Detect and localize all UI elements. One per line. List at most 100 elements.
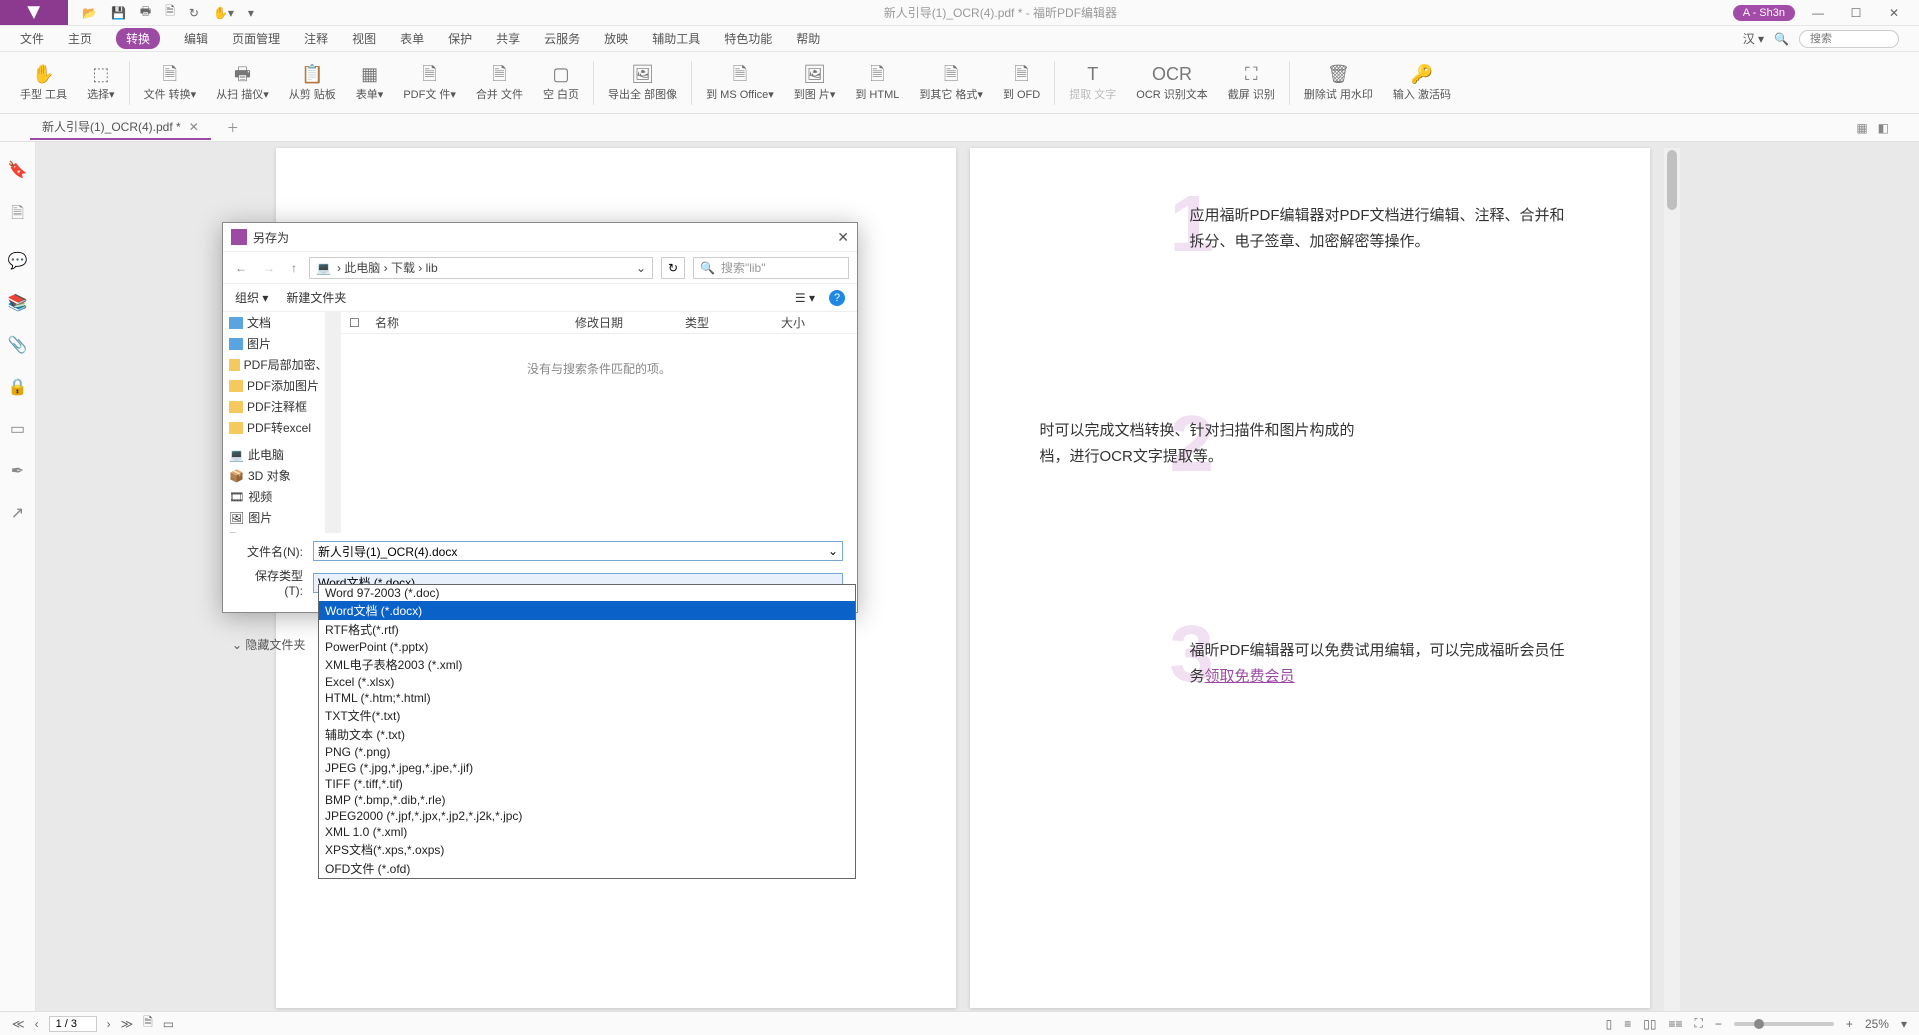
ribbon-to-ofd[interactable]: 🗎到 OFD (993, 55, 1050, 111)
dlg-back-icon[interactable]: ← (231, 261, 251, 275)
qat-hand-icon[interactable]: ✋▾ (213, 6, 234, 20)
dlg-breadcrumb[interactable]: 💻› 此电脑 › 下载 › lib ⌄ (309, 257, 653, 279)
menu-help[interactable]: 帮助 (796, 30, 820, 47)
menu-convert[interactable]: 转换 (116, 28, 160, 49)
menu-play[interactable]: 放映 (604, 30, 628, 47)
nav-first-icon[interactable]: ≪ (12, 1017, 25, 1031)
ribbon-to-office[interactable]: 🗎到 MS Office▾ (696, 55, 784, 111)
type-option[interactable]: Word文档 (*.docx) (319, 601, 855, 620)
document-tab[interactable]: 新人引导(1)_OCR(4).pdf * ✕ (30, 116, 211, 140)
type-option[interactable]: PowerPoint (*.pptx) (319, 639, 855, 655)
dlg-search-input[interactable]: 🔍 搜索"lib" (693, 257, 849, 279)
ribbon-from-clipboard[interactable]: 📋从剪 贴板 (279, 55, 346, 111)
dlg-folder-tree[interactable]: 文档 图片 PDF局部加密、F PDF添加图片 PDF注释框 PDF转excel… (223, 312, 341, 533)
zoom-out-icon[interactable]: − (1715, 1017, 1722, 1031)
type-option[interactable]: HTML (*.htm;*.html) (319, 690, 855, 706)
dlg-file-list[interactable]: ☐ 名称 修改日期 类型 大小 没有与搜索条件匹配的项。 (341, 312, 857, 533)
ribbon-pdf-file[interactable]: 🗎PDF文 件▾ (393, 55, 466, 111)
sidebar-sign-icon[interactable]: ✒ (11, 461, 24, 481)
menu-form[interactable]: 表单 (400, 30, 424, 47)
menu-lang-icon[interactable]: 汉 ▾ (1743, 30, 1764, 47)
ribbon-export-images[interactable]: 🖼导出全 部图像 (598, 55, 687, 111)
scroll-thumb[interactable] (1667, 150, 1677, 210)
menu-search-input[interactable] (1799, 30, 1899, 48)
sidebar-attach-icon[interactable]: 📎 (8, 335, 28, 355)
menu-protect[interactable]: 保护 (448, 30, 472, 47)
user-badge[interactable]: A - Sh3n (1733, 5, 1795, 21)
view-contfacing-icon[interactable]: ≡≡ (1668, 1017, 1682, 1031)
free-member-link[interactable]: 领取免费会员 (1205, 668, 1295, 685)
sidebar-field-icon[interactable]: ▭ (10, 419, 25, 439)
nav-prev-icon[interactable]: ‹ (35, 1017, 39, 1031)
dlg-new-folder[interactable]: 新建文件夹 (286, 289, 346, 306)
qat-save-icon[interactable]: 💾 (111, 6, 126, 20)
nav-last-icon[interactable]: ≫ (121, 1017, 134, 1031)
nav-page-icon[interactable]: ▭ (163, 1017, 174, 1031)
ribbon-to-other[interactable]: 🗎到其它 格式▾ (909, 55, 993, 111)
qat-print-icon[interactable]: 🖶 (140, 2, 151, 23)
sidebar-export-icon[interactable]: ↗ (11, 503, 24, 523)
zoom-slider[interactable] (1734, 1022, 1834, 1026)
menu-annotate[interactable]: 注释 (304, 30, 328, 47)
ribbon-merge[interactable]: 🗎合并 文件 (466, 55, 533, 111)
sidebar-layers-icon[interactable]: 📚 (8, 293, 28, 313)
type-option[interactable]: TIFF (*.tiff,*.tif) (319, 776, 855, 792)
dlg-refresh-icon[interactable]: ↻ (661, 257, 685, 279)
menu-share[interactable]: 共享 (496, 30, 520, 47)
menu-file[interactable]: 文件 (20, 30, 44, 47)
maximize-button[interactable]: ☐ (1841, 6, 1871, 20)
dlg-organize[interactable]: 组织 ▾ (235, 289, 268, 306)
dialog-close-icon[interactable]: ✕ (837, 229, 849, 246)
ribbon-to-html[interactable]: 🗎到 HTML (845, 55, 909, 111)
type-option[interactable]: JPEG (*.jpg,*.jpeg,*.jpe,*.jif) (319, 760, 855, 776)
filetype-dropdown[interactable]: Word 97-2003 (*.doc) Word文档 (*.docx) RTF… (318, 584, 856, 879)
type-option[interactable]: OFD文件 (*.ofd) (319, 859, 855, 878)
ribbon-form[interactable]: ▦表单▾ (346, 55, 394, 111)
qat-redo-icon[interactable]: ↻ (189, 6, 199, 20)
menu-cloud[interactable]: 云服务 (544, 30, 580, 47)
type-option[interactable]: JPEG2000 (*.jpf,*.jpx,*.jp2,*.j2k,*.jpc) (319, 808, 855, 824)
view-full-icon[interactable]: ⛶ (1695, 1016, 1703, 1031)
menu-home[interactable]: 主页 (68, 30, 92, 47)
type-option[interactable]: 辅助文本 (*.txt) (319, 725, 855, 744)
ribbon-hand-tool[interactable]: ✋手型 工具 (10, 55, 77, 111)
ribbon-activate[interactable]: 🔑输入 激活码 (1383, 55, 1461, 111)
view-single-icon[interactable]: ▯ (1606, 1017, 1613, 1031)
hide-folders-toggle[interactable]: ⌄ 隐藏文件夹 (232, 636, 305, 653)
zoom-in-icon[interactable]: + (1846, 1017, 1853, 1031)
dlg-up-icon[interactable]: ↑ (287, 261, 301, 275)
view-panel-icon[interactable]: ◧ (1878, 121, 1889, 135)
menu-view[interactable]: 视图 (352, 30, 376, 47)
ribbon-from-scanner[interactable]: 🖶从扫 描仪▾ (206, 55, 279, 111)
new-tab-button[interactable]: ＋ (227, 119, 239, 136)
close-tab-icon[interactable]: ✕ (189, 120, 199, 134)
type-option[interactable]: BMP (*.bmp,*.dib,*.rle) (319, 792, 855, 808)
ribbon-select[interactable]: ⬚选择▾ (77, 55, 125, 111)
qat-more-icon[interactable]: ▾ (248, 6, 254, 20)
qat-open-icon[interactable]: 📂 (82, 6, 97, 20)
ribbon-remove-watermark[interactable]: 🗑删除试 用水印 (1294, 55, 1383, 111)
tree-scrollbar[interactable] (325, 312, 341, 533)
qat-doc-icon[interactable]: 🗎 (165, 2, 175, 23)
sidebar-bookmark-icon[interactable]: 🔖 (8, 160, 28, 180)
type-option[interactable]: XML电子表格2003 (*.xml) (319, 655, 855, 674)
menu-page[interactable]: 页面管理 (232, 30, 280, 47)
sidebar-comment-icon[interactable]: 💬 (8, 251, 28, 271)
filename-input[interactable]: 新人引导(1)_OCR(4).docx⌄ (313, 541, 843, 561)
dlg-help-icon[interactable]: ? (829, 290, 845, 306)
nav-copy-icon[interactable]: 🗎 (143, 1013, 153, 1034)
view-grid-icon[interactable]: ▦ (1856, 121, 1867, 135)
search-icon[interactable]: 🔍 (1774, 32, 1789, 46)
type-option[interactable]: RTF格式(*.rtf) (319, 620, 855, 639)
zoom-dropdown-icon[interactable]: ▾ (1901, 1017, 1907, 1031)
sidebar-security-icon[interactable]: 🔒 (8, 377, 28, 397)
menu-edit[interactable]: 编辑 (184, 30, 208, 47)
ribbon-to-image[interactable]: 🖼到图 片▾ (784, 55, 846, 111)
sidebar-pages-icon[interactable]: 🗎 (11, 202, 24, 229)
type-option[interactable]: XML 1.0 (*.xml) (319, 824, 855, 840)
close-button[interactable]: ✕ (1879, 6, 1909, 20)
view-facing-icon[interactable]: ▯▯ (1643, 1017, 1656, 1031)
ribbon-screenshot-ocr[interactable]: ⛶截屏 识别 (1218, 55, 1285, 111)
dlg-fwd-icon[interactable]: → (259, 261, 279, 275)
type-option[interactable]: Word 97-2003 (*.doc) (319, 585, 855, 601)
